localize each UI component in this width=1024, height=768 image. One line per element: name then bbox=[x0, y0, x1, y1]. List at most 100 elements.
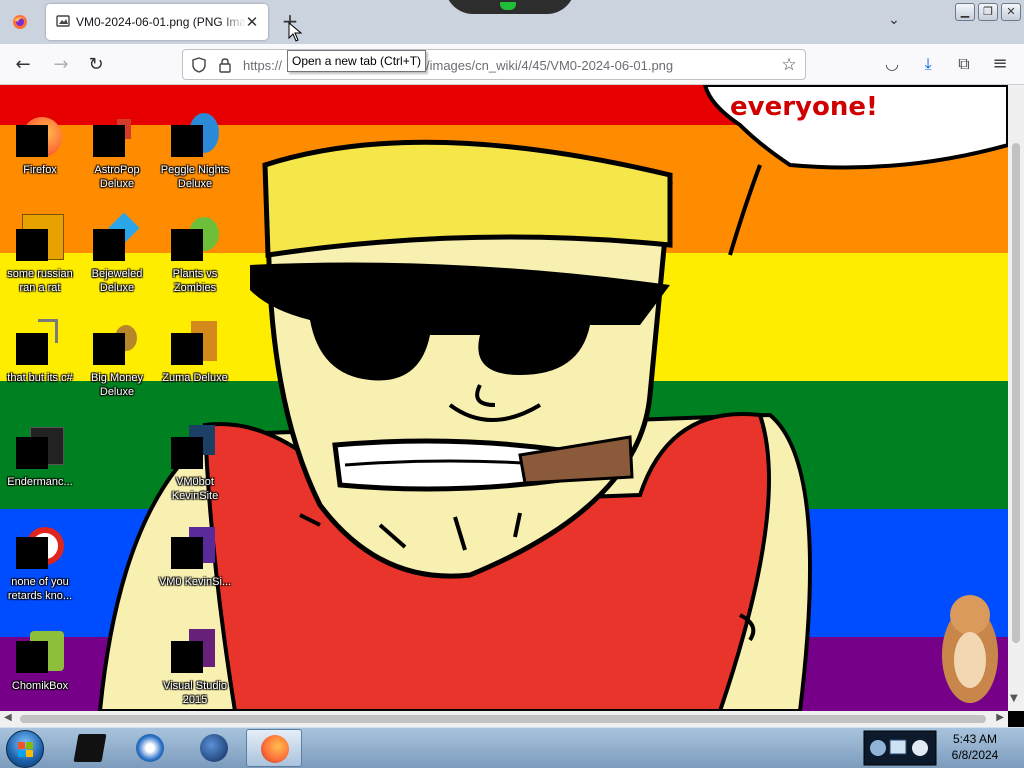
forward-button[interactable]: → bbox=[48, 52, 74, 78]
tracking-protection-icon[interactable] bbox=[191, 57, 207, 73]
desktop-icon-label: AstroPop Deluxe bbox=[94, 164, 140, 190]
window-notch bbox=[445, 0, 575, 14]
desktop-icon-vm0bot[interactable]: VM0bot KevinSite bbox=[155, 425, 235, 503]
browser-window: VM0-2024-06-01.png (PNG Image, 1024 × 76… bbox=[0, 0, 1024, 768]
hat bbox=[262, 139, 673, 258]
url-path: /images/cn_wiki/4/45/VM0-2024-06-01.png bbox=[426, 58, 674, 73]
firefox-icon bbox=[261, 735, 289, 763]
desktop-icon-bejeweled[interactable]: Bejeweled Deluxe bbox=[77, 212, 157, 295]
desktop-icon-astropop[interactable]: AstroPop Deluxe bbox=[77, 113, 157, 191]
taskbar-media-player[interactable] bbox=[122, 729, 178, 767]
desktop-wallpaper: everyone! Firefox some russian ran a rat… bbox=[0, 85, 1008, 711]
desktop-icon-label: some russian ran a rat bbox=[7, 268, 73, 294]
redaction-box bbox=[16, 125, 48, 157]
tab-strip: VM0-2024-06-01.png (PNG Image, 1024 × 76… bbox=[0, 0, 1024, 44]
tab-list-button[interactable]: ⌄ bbox=[884, 12, 904, 32]
taskbar-globe[interactable] bbox=[186, 729, 242, 767]
minimize-button[interactable]: ▁ bbox=[955, 3, 975, 21]
redaction-box bbox=[93, 229, 125, 261]
image-viewer[interactable]: everyone! Firefox some russian ran a rat… bbox=[0, 85, 1024, 768]
network-icon bbox=[870, 740, 886, 756]
tab-title: VM0-2024-06-01.png (PNG Image, 1024 × 76… bbox=[76, 15, 246, 29]
desktop-icon-label: Big Money Deluxe bbox=[91, 372, 143, 398]
close-window-button[interactable]: ✕ bbox=[1001, 3, 1021, 21]
firefox-icon bbox=[16, 113, 64, 161]
desktop-icon-none-of-you[interactable]: none of you retards kno... bbox=[0, 525, 80, 603]
desktop-icon-big-money[interactable]: Big Money Deluxe bbox=[77, 321, 157, 399]
redaction-box bbox=[171, 333, 203, 365]
vs-project-icon bbox=[171, 525, 219, 573]
system-tray[interactable] bbox=[862, 730, 938, 766]
taskbar-clock[interactable]: 5:43 AM 6/8/2024 bbox=[940, 731, 1010, 763]
peggle-icon bbox=[171, 113, 219, 161]
vertical-scrollbar[interactable]: ▼ bbox=[1008, 85, 1024, 711]
desktop-icon-label: Bejeweled Deluxe bbox=[91, 268, 143, 294]
mouse-cursor-icon bbox=[288, 22, 302, 42]
downloads-icon[interactable]: ⤓ bbox=[916, 52, 940, 76]
taskbar-firefox[interactable] bbox=[246, 729, 302, 767]
notch-indicator bbox=[500, 2, 516, 10]
scroll-right-arrow-icon[interactable]: ▶ bbox=[996, 712, 1004, 723]
redaction-box bbox=[16, 437, 48, 469]
clock-time: 5:43 AM bbox=[952, 732, 998, 746]
new-tab-tooltip: Open a new tab (Ctrl+T) bbox=[287, 50, 427, 72]
tab-active[interactable]: VM0-2024-06-01.png (PNG Image, 1024 × 76… bbox=[46, 4, 268, 40]
url-scheme: https:// bbox=[243, 58, 283, 73]
windows-logo-icon bbox=[18, 742, 33, 757]
desktop-icon-russian-rat[interactable]: some russian ran a rat bbox=[0, 214, 80, 295]
desktop-icon-label: Plants vs Zombies bbox=[172, 268, 218, 294]
taskbar-terminal[interactable] bbox=[62, 729, 118, 767]
desktop-icon-label: none of you retards kno... bbox=[7, 576, 73, 602]
back-button[interactable]: ← bbox=[10, 52, 36, 78]
desktop-icon-label: Endermanc... bbox=[7, 476, 73, 488]
desktop-icon-vm0-kevinsite[interactable]: VM0 KevinSi... bbox=[155, 525, 235, 589]
redaction-box bbox=[171, 437, 203, 469]
reload-button[interactable]: ↻ bbox=[83, 52, 109, 78]
maximize-button[interactable]: ❐ bbox=[978, 3, 998, 21]
desktop-icon-chomikbox[interactable]: ChomikBox bbox=[0, 629, 80, 693]
redaction-box bbox=[93, 125, 125, 157]
visual-studio-icon bbox=[171, 629, 219, 677]
desktop-icon-endermanch[interactable]: Endermanc... bbox=[0, 425, 80, 489]
vm-taskbar: 5:43 AM 6/8/2024 bbox=[0, 727, 1024, 768]
redaction-box bbox=[171, 641, 203, 673]
pocket-icon[interactable]: ◡ bbox=[880, 52, 904, 76]
scroll-down-arrow-icon[interactable]: ▼ bbox=[1010, 693, 1018, 704]
extensions-icon[interactable]: ⧉ bbox=[952, 52, 976, 76]
desktop-icon-pvz[interactable]: Plants vs Zombies bbox=[155, 217, 235, 295]
redaction-box bbox=[16, 229, 48, 261]
vs-project-icon bbox=[171, 425, 219, 473]
globe-icon bbox=[200, 734, 228, 762]
start-orb-icon[interactable] bbox=[6, 730, 44, 768]
desktop-icon-c-sharp[interactable]: that but its c# bbox=[0, 319, 80, 385]
redaction-box bbox=[16, 641, 48, 673]
pvz-icon bbox=[171, 217, 219, 265]
terminal-icon bbox=[73, 734, 107, 762]
scroll-left-arrow-icon[interactable]: ◀ bbox=[4, 712, 12, 723]
lock-icon[interactable] bbox=[217, 57, 233, 73]
firefox-view-icon[interactable] bbox=[12, 14, 28, 30]
image-favicon-icon bbox=[56, 15, 70, 27]
media-player-icon bbox=[136, 734, 164, 762]
scrollbar-thumb[interactable] bbox=[20, 715, 986, 723]
horizontal-scrollbar[interactable]: ◀ ▶ bbox=[0, 711, 1008, 727]
app-menu-icon[interactable]: ≡ bbox=[988, 52, 1012, 76]
redaction-box bbox=[171, 229, 203, 261]
speech-bubble-text: everyone! bbox=[730, 92, 878, 122]
desktop-icon-firefox[interactable]: Firefox bbox=[0, 113, 80, 177]
bejeweled-icon bbox=[93, 212, 141, 265]
desktop-icon-visual-studio[interactable]: Visual Studio 2015 bbox=[155, 629, 235, 707]
scrollbar-thumb[interactable] bbox=[1012, 143, 1020, 643]
tab-close-icon[interactable]: ✕ bbox=[244, 14, 260, 30]
desktop-icon-peggle[interactable]: Peggle Nights Deluxe bbox=[155, 113, 235, 191]
zuma-icon bbox=[171, 321, 219, 369]
chomikbox-icon bbox=[16, 629, 64, 677]
desktop-icon-zuma[interactable]: Zuma Deluxe bbox=[155, 321, 235, 385]
folder-icon bbox=[16, 319, 64, 369]
desktop-icon-label: ChomikBox bbox=[11, 680, 69, 692]
navigation-toolbar: ← → ↻ https:// /images/cn_wiki/4/45/VM0-… bbox=[0, 44, 1024, 85]
redaction-box bbox=[171, 537, 203, 569]
url-bar[interactable]: https:// /images/cn_wiki/4/45/VM0-2024-0… bbox=[182, 49, 806, 80]
bookmark-star-icon[interactable]: ☆ bbox=[779, 55, 799, 75]
file-icon bbox=[16, 214, 64, 265]
